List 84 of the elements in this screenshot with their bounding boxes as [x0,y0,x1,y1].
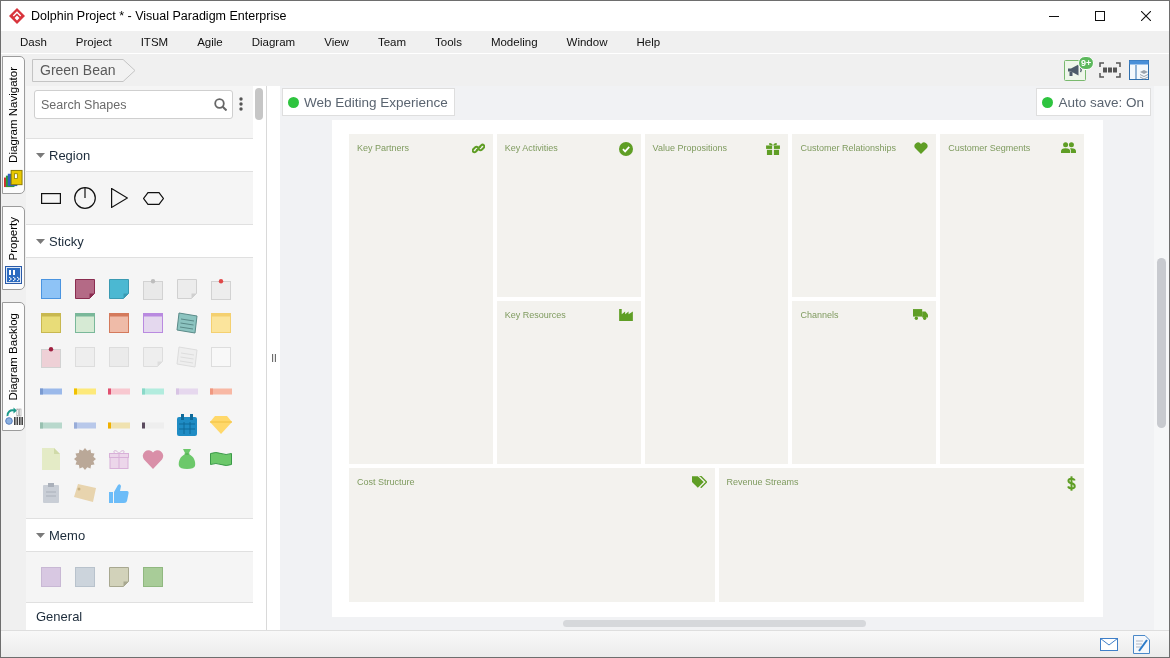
dollar-icon [1067,476,1076,491]
badge-label: Web Editing Experience [304,94,448,110]
gift-icon[interactable] [109,449,129,469]
triangle-icon[interactable] [110,188,128,208]
block-title: Channels [800,309,839,321]
tape-icon[interactable] [108,387,130,395]
rectangle-icon[interactable] [41,192,61,204]
side-tab[interactable]: Property [2,205,25,291]
menu-item[interactable]: Project [68,33,119,51]
menu-item[interactable]: View [317,33,356,51]
clipboard-icon[interactable] [43,483,59,503]
section-header[interactable]: Sticky [26,224,253,258]
note-icon[interactable] [41,346,61,368]
section-header[interactable]: Region [26,138,253,172]
heart-icon[interactable] [142,449,164,469]
close-icon[interactable] [1141,11,1151,21]
scrollbar-track[interactable] [1154,86,1169,630]
seal-icon[interactable] [74,448,96,470]
thumbs-up-icon[interactable] [109,483,129,503]
menu-item[interactable]: Agile [190,33,230,51]
note-edit-icon[interactable] [1133,634,1150,654]
block-title: Key Resources [504,309,566,321]
window-title: Dolphin Project * - Visual Paradigm Enterprise [31,9,287,23]
truck-icon [913,309,929,320]
more-icon[interactable] [239,97,243,111]
block-title: Value Propositions [652,142,727,154]
note-icon[interactable] [176,312,198,334]
caret-icon[interactable] [36,532,45,538]
block-title: Revenue Streams [726,476,799,488]
link-icon [471,142,485,155]
note-icon[interactable] [75,279,95,299]
circle-icon[interactable] [74,187,96,209]
diamond-icon[interactable] [210,416,232,434]
app-logo-icon [9,8,25,24]
bag-icon[interactable] [178,449,196,469]
menu-item[interactable]: Tools [428,33,469,51]
arrow-bars-icon[interactable] [4,406,23,425]
corner-brackets-icon[interactable] [1099,62,1121,78]
notification-badge: 9+ [1078,55,1095,70]
minimize-icon[interactable] [1049,15,1059,17]
search-icon[interactable] [214,98,227,111]
breadcrumb-item[interactable]: Green Bean [32,58,136,82]
panel-icon[interactable] [5,266,22,285]
badge-label: Auto save: On [1058,94,1144,110]
menu-item[interactable]: Dash [13,33,54,51]
block-title: Cost Structure [357,476,415,488]
side-tab[interactable]: Diagram Backlog [2,302,25,431]
block-title: Customer Segments [948,142,1031,154]
page-icon[interactable] [42,448,60,470]
books-icon[interactable] [4,168,23,188]
heart-icon [914,142,929,154]
side-tab[interactable]: Diagram Navigator [2,56,25,194]
users-icon [1061,142,1076,153]
calendar-icon[interactable] [177,414,197,436]
menu-item[interactable]: Help [629,33,668,51]
check-circle-icon [618,142,633,156]
tag-icon[interactable] [74,484,96,502]
gift-icon [766,142,781,155]
block-title: Key Activities [504,142,558,154]
scrollbar-thumb[interactable] [563,620,866,627]
caret-icon[interactable] [36,152,45,158]
menu-item[interactable]: ITSM [133,33,176,51]
grip-icon[interactable] [271,354,276,362]
note-icon[interactable] [211,278,231,300]
tape-icon[interactable] [142,421,164,429]
menu-item[interactable]: Diagram [244,33,303,51]
menu-item[interactable]: Modeling [483,33,545,51]
scrollbar-thumb[interactable] [255,88,263,120]
hexagon-icon[interactable] [142,191,164,205]
window-layout-icon[interactable] [1129,60,1149,80]
search-field[interactable]: Search Shapes [34,90,233,119]
section-header[interactable]: Memo [26,518,253,552]
maximize-icon[interactable] [1095,11,1105,21]
scrollbar-thumb[interactable] [1157,258,1166,428]
section-header[interactable]: General [26,602,253,630]
tags-icon [691,476,707,488]
block-title: Key Partners [357,142,410,154]
mail-icon[interactable] [1100,637,1118,651]
menu-item[interactable]: Team [370,33,414,51]
block-title: Customer Relationships [800,142,896,154]
banknote-icon[interactable] [210,451,232,467]
factory-icon [618,309,633,321]
menu-item[interactable]: Window [559,33,615,51]
caret-icon[interactable] [36,238,45,244]
